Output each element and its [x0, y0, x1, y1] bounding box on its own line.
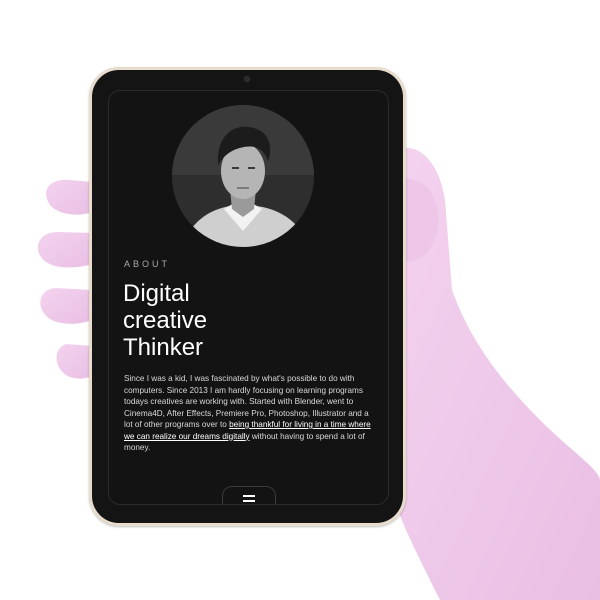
tablet-screen: ABOUT Digital creative Thinker Since I w…: [108, 90, 389, 505]
headline-line: Thinker: [123, 334, 204, 361]
bio-paragraph: Since I was a kid, I was fascinated by w…: [124, 373, 374, 454]
tablet-bezel: ABOUT Digital creative Thinker Since I w…: [92, 70, 403, 523]
profile-photo: [172, 105, 314, 247]
hamburger-menu-icon: [243, 495, 255, 502]
page-title: Digital creative Thinker: [123, 280, 323, 361]
headline-line: creative: [123, 307, 208, 334]
headline-line: Digital: [123, 280, 190, 307]
front-camera: [244, 76, 250, 82]
portrait-illustration: [172, 105, 314, 247]
section-label-about: ABOUT: [124, 259, 171, 269]
menu-button[interactable]: [222, 486, 276, 504]
tablet-device: ABOUT Digital creative Thinker Since I w…: [89, 67, 406, 526]
